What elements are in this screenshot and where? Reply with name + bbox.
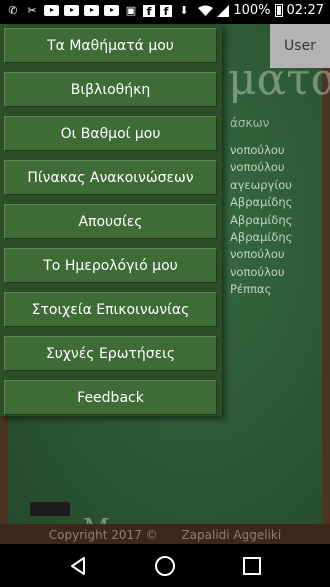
teacher-name: Αβραμίδης (230, 230, 293, 245)
recents-button[interactable] (240, 554, 264, 578)
notification-icons: ✆ ✂ ▣ f f ⬇ (6, 4, 191, 18)
teacher-name: Ρέππας (230, 282, 272, 297)
facebook-icon: f (143, 4, 155, 18)
author-text: Zapalidi Aggeliki (181, 528, 282, 542)
teacher-name: Αβραμίδης (230, 195, 293, 210)
back-icon (71, 557, 85, 575)
teacher-name: Αβραμίδης (230, 212, 293, 227)
teacher-list: νοπούλου νοπούλου αγεωργίου Αβραμίδης Αβ… (230, 142, 292, 299)
home-button[interactable] (153, 554, 177, 578)
menu-item-calendar[interactable]: Το Ημερολόγιό μου (4, 248, 217, 283)
status-bar: ✆ ✂ ▣ f f ⬇ 100% 02:27 (0, 0, 330, 24)
recents-icon (243, 557, 261, 575)
teacher-name: νοπούλου (230, 143, 285, 157)
tools-icon: ✂ (27, 4, 37, 17)
youtube-icon (84, 5, 99, 16)
image-icon: ▣ (125, 4, 137, 17)
clock: 02:27 (286, 3, 324, 18)
home-icon (155, 556, 175, 576)
footer: Copyright 2017 © Zapalidi Aggeliki (0, 528, 330, 542)
menu-item-my-grades[interactable]: Οι Βαθμοί μου (4, 116, 217, 151)
menu-item-absences[interactable]: Απουσίες (4, 204, 217, 239)
teacher-name: νοπούλου (230, 247, 285, 262)
signal-icon (217, 4, 230, 17)
youtube-icon (104, 5, 119, 16)
youtube-icon (64, 5, 79, 16)
download-icon: ⬇ (179, 4, 189, 17)
menu-item-announcements[interactable]: Πίνακας Ανακοινώσεων (4, 160, 217, 195)
teacher-name: νοπούλου (230, 160, 285, 175)
youtube-icon (44, 5, 59, 16)
teacher-name: αγεωργίου (230, 177, 292, 192)
android-nav-bar (0, 544, 330, 587)
missed-call-icon: ✆ (8, 4, 18, 17)
battery-icon (274, 4, 283, 17)
back-button[interactable] (66, 554, 90, 578)
menu-item-feedback[interactable]: Feedback (4, 380, 217, 415)
battery-percent: 100% (233, 3, 271, 18)
app-content: ματα άσκων νοπούλου νοπούλου αγεωργίου Α… (0, 24, 330, 544)
menu-item-faq[interactable]: Συχνές Ερωτήσεις (4, 336, 217, 371)
menu-item-contact[interactable]: Στοιχεία Επικοινωνίας (4, 292, 217, 327)
facebook-icon: f (160, 4, 172, 18)
menu-item-library[interactable]: Βιβλιοθήκη (4, 72, 217, 107)
navigation-menu: Τα Μαθήματά μου Βιβλιοθήκη Οι Βαθμοί μου… (0, 24, 222, 416)
wifi-icon (198, 5, 214, 16)
status-right: 100% 02:27 (198, 3, 324, 18)
board-subtitle: άσκων (230, 116, 270, 130)
menu-item-my-courses[interactable]: Τα Μαθήματά μου (4, 28, 217, 63)
copyright-text: Copyright 2017 © (48, 528, 158, 542)
eraser (30, 502, 70, 516)
user-button[interactable]: User (270, 24, 330, 68)
teacher-name: νοπούλου (230, 264, 285, 279)
